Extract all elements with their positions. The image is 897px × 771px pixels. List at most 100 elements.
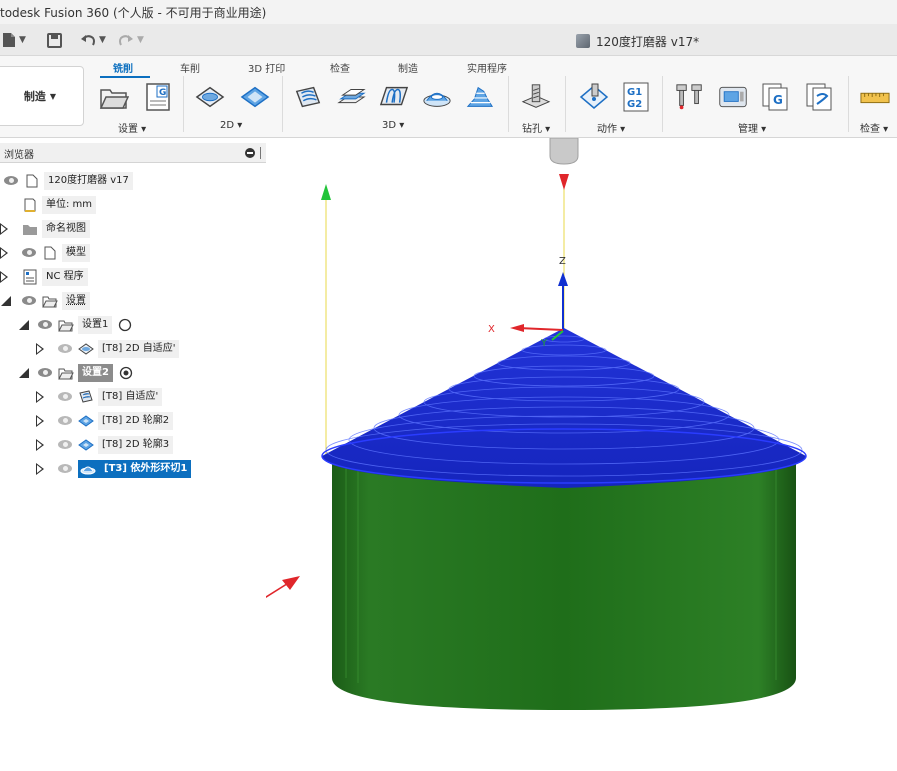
2d-pocket-icon xyxy=(240,86,270,108)
tree-item-operation-selected[interactable]: [T3] 依外形环切1 xyxy=(36,459,192,479)
expand-arrow-icon[interactable] xyxy=(0,247,8,259)
collapse-arrow-icon[interactable] xyxy=(0,295,12,307)
3d-contour-icon xyxy=(423,92,451,107)
visibility-eye-icon[interactable] xyxy=(38,320,54,330)
group-inspect-label[interactable]: 检查 ▾ xyxy=(860,120,888,135)
tab-inspect[interactable]: 检查 xyxy=(330,60,350,75)
tree-item-setup2[interactable]: 设置2 xyxy=(18,363,133,383)
measure-button[interactable] xyxy=(860,82,890,112)
collapse-icon[interactable] xyxy=(245,148,255,158)
tree-item-setup1[interactable]: 设置1 xyxy=(18,315,132,335)
collapse-arrow-icon[interactable] xyxy=(18,367,30,379)
machine-library-button[interactable] xyxy=(718,82,748,112)
wcs-radio-icon[interactable] xyxy=(118,318,132,332)
group-drilling-label[interactable]: 钻孔 ▾ xyxy=(522,120,550,135)
3d-parallel-icon xyxy=(379,86,409,106)
wcs-y-label: Y xyxy=(540,338,548,349)
ruler-icon xyxy=(860,92,890,104)
visibility-eye-hidden-icon[interactable] xyxy=(58,416,74,426)
wcs-x-axis xyxy=(517,327,564,331)
visibility-eye-hidden-icon[interactable] xyxy=(58,440,74,450)
tab-milling[interactable]: 铣削 xyxy=(113,60,133,75)
group-manage-label[interactable]: 管理 ▾ xyxy=(738,120,766,135)
tree-item-operation[interactable]: [T8] 2D 轮廓2 xyxy=(36,411,174,431)
redo-button[interactable]: ▼ xyxy=(118,30,144,50)
chevron-down-icon: ▼ xyxy=(19,35,26,45)
workspace-switcher[interactable]: 制造 ▼ xyxy=(0,66,84,126)
simulate-button[interactable] xyxy=(579,82,609,112)
group-2d-label[interactable]: 2D ▾ xyxy=(220,120,242,131)
tab-utilities[interactable]: 实用程序 xyxy=(467,60,507,75)
tree-root-item[interactable]: 120度打磨器 v17 xyxy=(4,171,133,191)
tool-library-icon xyxy=(676,84,702,110)
expand-arrow-icon[interactable] xyxy=(0,271,8,283)
collapse-arrow-icon[interactable] xyxy=(18,319,30,331)
tab-fabrication[interactable]: 制造 xyxy=(398,60,418,75)
ribbon: 制造 ▼ 铣削 车削 3D 打印 检查 制造 实用程序 G 设置 ▾ 2D ▾ … xyxy=(0,56,897,138)
group-setup-label[interactable]: 设置 ▾ xyxy=(118,120,146,135)
tree-item-operation[interactable]: [T8] 2D 轮廓3 xyxy=(36,435,174,455)
divider xyxy=(508,76,509,132)
visibility-eye-hidden-icon[interactable] xyxy=(58,464,74,474)
drill-button[interactable] xyxy=(521,82,551,112)
wcs-radio-active-icon[interactable] xyxy=(119,366,133,380)
stock-cylinder xyxy=(332,460,796,710)
2d-pocket-button[interactable] xyxy=(240,82,270,112)
2d-contour-icon xyxy=(78,415,94,427)
tree-label: 设置1 xyxy=(78,316,113,334)
divider xyxy=(662,76,663,132)
3d-contour-button[interactable] xyxy=(422,82,452,112)
expand-arrow-icon[interactable] xyxy=(36,439,44,451)
visibility-eye-icon[interactable] xyxy=(22,296,38,306)
tree-label: 模型 xyxy=(62,244,90,262)
chevron-down-icon: ▼ xyxy=(99,35,106,45)
nc-program-icon xyxy=(23,269,37,285)
new-setup-button[interactable] xyxy=(99,82,129,112)
svg-text:G1: G1 xyxy=(627,87,642,98)
visibility-eye-icon[interactable] xyxy=(22,248,38,258)
visibility-eye-hidden-icon[interactable] xyxy=(58,344,74,354)
visibility-eye-hidden-icon[interactable] xyxy=(58,392,74,402)
3d-scallop-button[interactable] xyxy=(465,82,495,112)
post-process-button[interactable]: G1 G2 xyxy=(621,82,651,112)
group-actions-label[interactable]: 动作 ▾ xyxy=(597,120,625,135)
3d-pocket-button[interactable] xyxy=(336,82,366,112)
tree-item-named-views[interactable]: 命名视图 xyxy=(0,219,90,239)
visibility-eye-icon[interactable] xyxy=(38,368,54,378)
tree-item-operation[interactable]: [T8] 2D 自适应' xyxy=(36,339,180,359)
component-icon xyxy=(44,246,56,260)
expand-arrow-icon[interactable] xyxy=(36,391,44,403)
tree-item-units[interactable]: 单位: mm xyxy=(22,195,97,215)
undo-button[interactable]: ▼ xyxy=(80,30,106,50)
tree-item-setups[interactable]: 设置 xyxy=(0,291,90,311)
tree-item-nc-programs[interactable]: NC 程序 xyxy=(0,267,88,287)
expand-arrow-icon[interactable] xyxy=(36,415,44,427)
tab-3d-print[interactable]: 3D 打印 xyxy=(248,60,285,75)
annotation-arrow-line xyxy=(155,581,291,667)
post-library-button[interactable]: G xyxy=(761,82,791,112)
tree-item-model[interactable]: 模型 xyxy=(0,243,90,263)
visibility-eye-icon[interactable] xyxy=(4,176,20,186)
expand-arrow-icon[interactable] xyxy=(36,463,44,475)
tree-item-operation[interactable]: [T8] 自适应' xyxy=(36,387,163,407)
2d-adaptive-button[interactable] xyxy=(195,82,225,112)
expand-arrow-icon[interactable] xyxy=(0,223,8,235)
3d-adaptive-button[interactable] xyxy=(293,82,323,112)
2d-adaptive-icon xyxy=(195,86,225,108)
tool-library-button[interactable] xyxy=(675,82,705,112)
3d-parallel-button[interactable] xyxy=(379,82,409,112)
viewport-svg[interactable]: Z X Y xyxy=(155,137,897,771)
document-tab[interactable]: 120度打磨器 v17* xyxy=(576,30,699,52)
tree-label: 120度打磨器 v17 xyxy=(44,172,133,190)
2d-adaptive-icon xyxy=(78,343,94,355)
folder-open-icon xyxy=(99,89,129,109)
divider xyxy=(565,76,566,132)
nc-program-button[interactable]: G xyxy=(143,82,173,112)
expand-arrow-icon[interactable] xyxy=(36,343,44,355)
group-3d-label[interactable]: 3D ▾ xyxy=(382,120,404,131)
tab-turning[interactable]: 车削 xyxy=(180,60,200,75)
save-button[interactable] xyxy=(47,30,62,50)
file-menu-button[interactable]: ▼ xyxy=(2,30,26,50)
graphics-canvas[interactable]: Z X Y xyxy=(155,137,897,771)
templates-button[interactable] xyxy=(805,82,835,112)
